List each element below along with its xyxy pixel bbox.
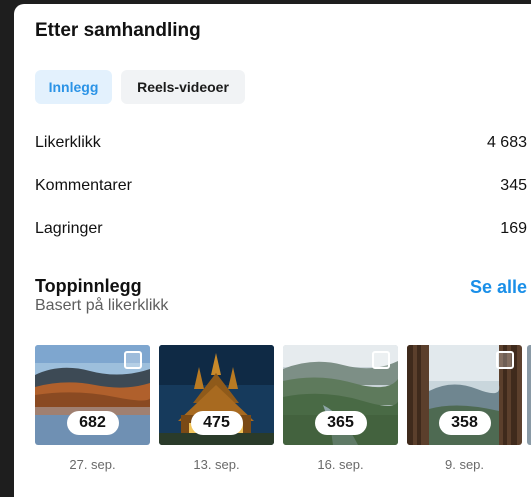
like-count-badge: 365 [314, 411, 367, 435]
metric-value: 345 [500, 177, 527, 194]
metric-label: Lagringer [35, 220, 103, 237]
top-post-3[interactable]: 365 16. sep. [283, 345, 398, 472]
top-post-4[interactable]: 358 9. sep. [407, 345, 522, 472]
see-all-link[interactable]: Se alle [470, 277, 527, 298]
tab-reels[interactable]: Reels-videoer [121, 70, 245, 104]
metric-label: Kommentarer [35, 177, 132, 194]
post-thumbnail[interactable]: 475 [159, 345, 274, 445]
metric-row-likes: Likerklikk 4 683 [35, 134, 527, 158]
metric-row-comments: Kommentarer 345 [35, 177, 527, 201]
engagement-panel: Etter samhandling Innlegg Reels-videoer … [14, 4, 531, 497]
post-thumbnail[interactable]: 682 [35, 345, 150, 445]
select-checkbox[interactable] [124, 351, 142, 369]
post-thumbnail[interactable] [527, 345, 531, 445]
top-posts-subtitle: Basert på likerklikk [35, 297, 169, 314]
post-date: 27. sep. [69, 457, 116, 472]
top-posts-title: Toppinnlegg [35, 276, 142, 296]
metric-label: Likerklikk [35, 134, 101, 151]
post-date: 13. sep. [193, 457, 240, 472]
top-post-5-partial[interactable] [527, 345, 531, 445]
like-count-badge: 682 [66, 411, 119, 435]
metric-value: 4 683 [486, 134, 527, 151]
post-date: 16. sep. [317, 457, 364, 472]
like-count-badge: 358 [438, 411, 491, 435]
post-thumbnail[interactable]: 358 [407, 345, 522, 445]
select-checkbox[interactable] [372, 351, 390, 369]
tab-posts[interactable]: Innlegg [35, 70, 112, 104]
metric-row-saves: Lagringer 169 [35, 220, 527, 244]
post-thumbnail[interactable]: 365 [283, 345, 398, 445]
post-date: 9. sep. [444, 457, 485, 472]
select-checkbox[interactable] [496, 351, 514, 369]
like-count-badge: 475 [190, 411, 243, 435]
top-post-2[interactable]: 475 13. sep. [159, 345, 274, 472]
section-title: Etter samhandling [35, 20, 201, 41]
metric-value: 169 [500, 220, 527, 237]
top-post-1[interactable]: 682 27. sep. [35, 345, 150, 472]
